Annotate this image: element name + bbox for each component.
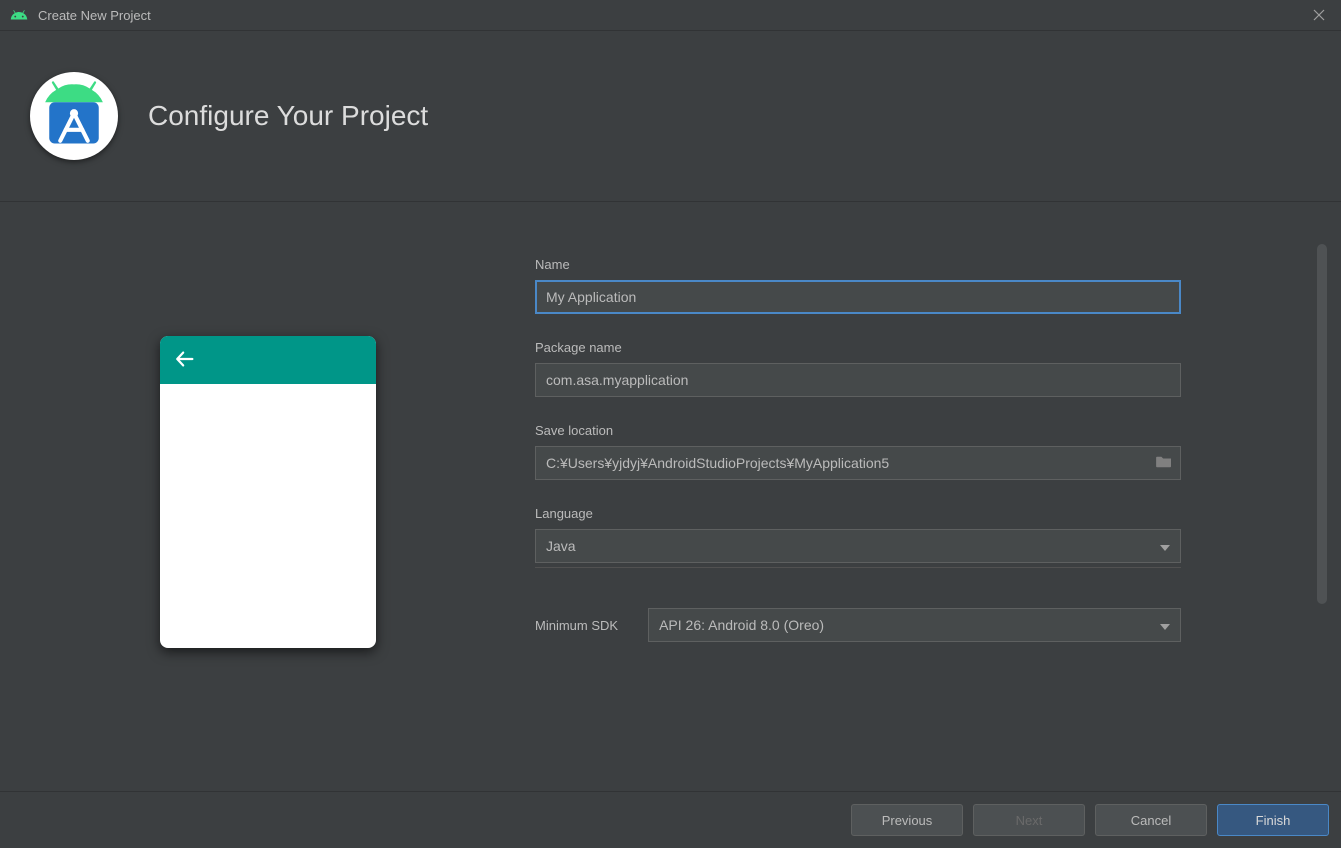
cancel-button[interactable]: Cancel	[1095, 804, 1207, 836]
browse-folder-button[interactable]	[1147, 446, 1181, 480]
chevron-down-icon	[1160, 538, 1170, 554]
name-label: Name	[535, 257, 1181, 272]
form-column: Name Package name Save location	[535, 202, 1341, 791]
next-button: Next	[973, 804, 1085, 836]
phone-preview	[160, 336, 376, 648]
body: Name Package name Save location	[0, 201, 1341, 791]
minimum-sdk-select[interactable]: API 26: Android 8.0 (Oreo)	[648, 608, 1181, 642]
dialog-window: Create New Project Configure Your Projec…	[0, 0, 1341, 848]
titlebar: Create New Project	[0, 0, 1341, 31]
folder-icon	[1155, 455, 1173, 472]
previous-button[interactable]: Previous	[851, 804, 963, 836]
package-label: Package name	[535, 340, 1181, 355]
window-title: Create New Project	[38, 8, 151, 23]
header: Configure Your Project	[0, 31, 1341, 201]
chevron-down-icon	[1160, 617, 1170, 633]
minimum-sdk-field: Minimum SDK API 26: Android 8.0 (Oreo)	[535, 608, 1181, 642]
save-location-input[interactable]	[535, 446, 1181, 480]
scrollbar[interactable]	[1317, 244, 1327, 604]
save-location-field: Save location	[535, 423, 1181, 480]
language-select[interactable]: Java	[535, 529, 1181, 563]
preview-app-bar	[160, 336, 376, 384]
language-value: Java	[546, 538, 576, 554]
close-button[interactable]	[1305, 1, 1333, 29]
footer: Previous Next Cancel Finish	[0, 791, 1341, 848]
android-studio-logo	[30, 72, 118, 160]
package-field: Package name	[535, 340, 1181, 397]
section-divider	[535, 567, 1181, 568]
name-field: Name	[535, 257, 1181, 314]
language-field: Language Java	[535, 506, 1181, 568]
finish-button[interactable]: Finish	[1217, 804, 1329, 836]
minimum-sdk-label: Minimum SDK	[535, 618, 618, 633]
back-arrow-icon	[174, 348, 196, 373]
save-location-label: Save location	[535, 423, 1181, 438]
package-input[interactable]	[535, 363, 1181, 397]
minimum-sdk-value: API 26: Android 8.0 (Oreo)	[659, 617, 824, 633]
preview-column	[0, 202, 535, 791]
page-title: Configure Your Project	[148, 100, 428, 132]
name-input[interactable]	[535, 280, 1181, 314]
language-label: Language	[535, 506, 1181, 521]
android-icon	[10, 6, 28, 24]
